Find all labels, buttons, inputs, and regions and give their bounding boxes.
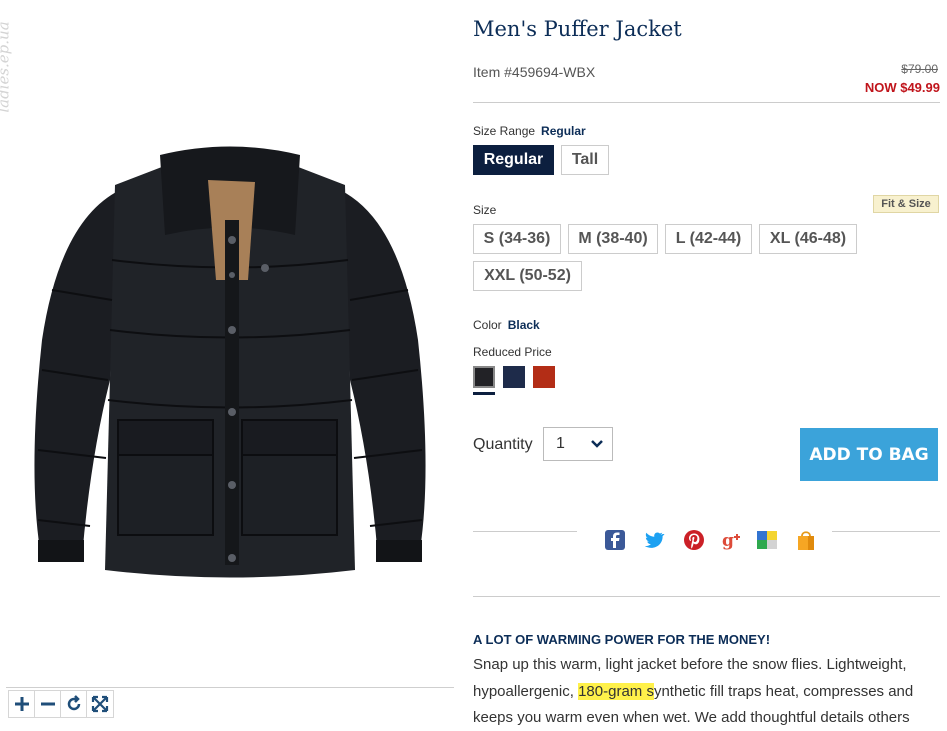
selected-swatch-indicator bbox=[473, 392, 495, 395]
color-swatch-rust[interactable] bbox=[533, 366, 555, 388]
fit-size-link[interactable]: Fit & Size bbox=[873, 195, 939, 213]
color-label: Color Black bbox=[473, 318, 540, 332]
size-xl-button[interactable]: XL (46-48) bbox=[759, 224, 857, 254]
expand-icon bbox=[91, 695, 109, 713]
share-divider-left bbox=[473, 531, 577, 532]
size-xxl-button[interactable]: XXL (50-52) bbox=[473, 261, 582, 291]
size-label: Size bbox=[473, 203, 497, 217]
highlighted-text: 180-gram s bbox=[578, 683, 654, 700]
sale-price: NOW $49.99 bbox=[864, 80, 940, 95]
image-zoom-toolbar bbox=[6, 687, 454, 731]
size-range-tall-button[interactable]: Tall bbox=[561, 145, 609, 175]
description-line-2-start: hypoallergenic, bbox=[473, 683, 579, 700]
google-plus-icon[interactable]: g bbox=[722, 529, 744, 551]
description-divider bbox=[473, 596, 940, 597]
product-image[interactable] bbox=[20, 140, 440, 590]
pinterest-icon[interactable] bbox=[683, 529, 705, 551]
watermark-text: ladies.ep.ua bbox=[0, 21, 13, 113]
description-line-3: keeps you warm even when wet. We add tho… bbox=[473, 709, 910, 726]
size-range-label-text: Size Range bbox=[473, 124, 536, 138]
minus-icon bbox=[41, 702, 55, 706]
facebook-icon[interactable] bbox=[604, 529, 626, 551]
description-line-2-end: ynthetic fill traps heat, compresses and bbox=[653, 683, 914, 700]
description-line-2: hypoallergenic, 180-gram synthetic fill … bbox=[473, 683, 913, 700]
color-swatch-navy[interactable] bbox=[503, 366, 525, 388]
fullscreen-button[interactable] bbox=[86, 690, 114, 718]
size-range-selected: Regular bbox=[541, 124, 586, 138]
add-to-bag-button[interactable]: ADD TO BAG bbox=[800, 428, 938, 481]
quantity-select[interactable]: 1 bbox=[543, 427, 613, 461]
reduced-price-label: Reduced Price bbox=[473, 345, 552, 359]
color-swatch-black[interactable] bbox=[473, 366, 495, 388]
description-line-1: Snap up this warm, light jacket before t… bbox=[473, 656, 907, 673]
item-number: Item #459694-WBX bbox=[473, 64, 596, 80]
size-range-label: Size Range Regular bbox=[473, 124, 586, 138]
twitter-icon[interactable] bbox=[643, 529, 665, 551]
rotate-icon bbox=[67, 695, 81, 711]
quantity-label: Quantity bbox=[473, 436, 533, 453]
divider bbox=[473, 102, 940, 103]
quantity-value: 1 bbox=[556, 435, 565, 452]
chevron-down-icon bbox=[591, 440, 603, 448]
color-label-text: Color bbox=[473, 318, 502, 332]
delicious-icon[interactable] bbox=[756, 529, 778, 551]
zoom-out-button[interactable] bbox=[34, 690, 62, 718]
size-s-button[interactable]: S (34-36) bbox=[473, 224, 561, 254]
size-range-regular-button[interactable]: Regular bbox=[473, 145, 554, 175]
share-divider-right bbox=[832, 531, 940, 532]
zoom-in-button[interactable] bbox=[8, 690, 36, 718]
plus-icon bbox=[15, 697, 29, 711]
original-price: $79.00 bbox=[901, 62, 938, 76]
shopping-bag-icon[interactable] bbox=[795, 529, 817, 551]
product-title: Men's Puffer Jacket bbox=[473, 17, 682, 41]
watermark: ladies.ep.ua bbox=[0, 8, 28, 128]
size-l-button[interactable]: L (42-44) bbox=[665, 224, 752, 254]
description-heading: A LOT OF WARMING POWER FOR THE MONEY! bbox=[473, 632, 771, 647]
svg-text:g: g bbox=[722, 531, 734, 551]
size-m-button[interactable]: M (38-40) bbox=[568, 224, 658, 254]
color-selected: Black bbox=[507, 318, 540, 332]
reset-zoom-button[interactable] bbox=[60, 690, 88, 718]
